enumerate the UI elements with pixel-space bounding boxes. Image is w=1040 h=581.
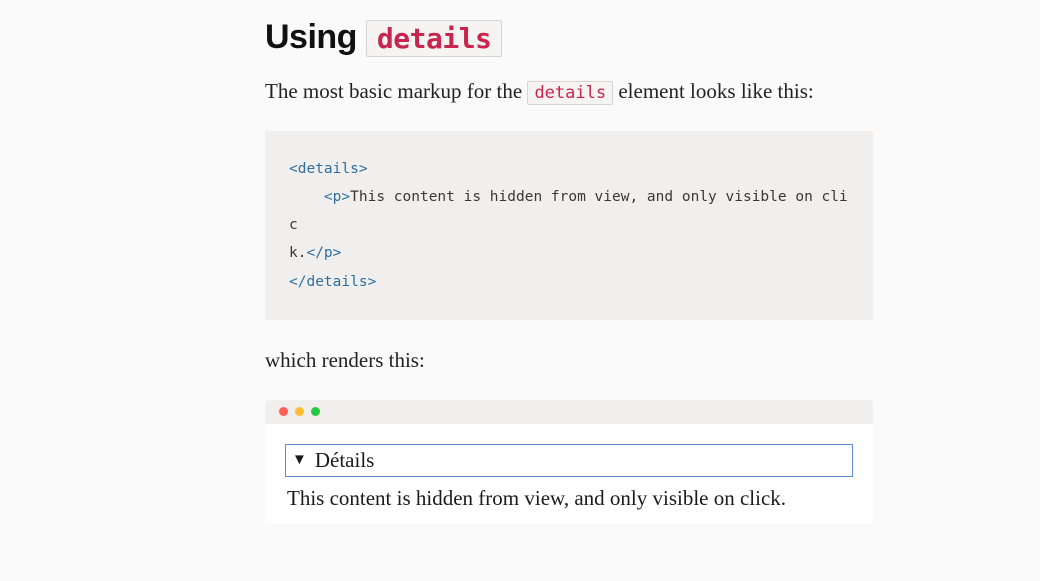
code-text-2: k. (289, 245, 306, 261)
browser-frame: ▼ Détails This content is hidden from vi… (265, 400, 873, 525)
code-text-1: This content is hidden from view, and on… (289, 189, 848, 233)
code-close-p: </p> (306, 245, 341, 261)
code-close-details: </details> (289, 274, 376, 290)
heading-code: details (366, 20, 503, 57)
code-indent (289, 189, 324, 205)
code-sample: <details> <p>This content is hidden from… (265, 131, 873, 320)
intro-before: The most basic markup for the (265, 79, 527, 103)
code-open-p: <p> (324, 189, 350, 205)
intro-after: element looks like this: (613, 79, 814, 103)
intro-paragraph: The most basic markup for the details el… (265, 75, 873, 109)
traffic-light-zoom-icon[interactable] (311, 407, 320, 416)
section-heading: Using details (265, 18, 873, 57)
traffic-light-minimize-icon[interactable] (295, 407, 304, 416)
browser-titlebar (265, 400, 873, 424)
heading-text: Using (265, 18, 366, 56)
page: Using details The most basic markup for … (0, 0, 1040, 581)
details-summary-label: Détails (315, 448, 374, 473)
code-open-details: <details> (289, 161, 368, 177)
article-content: Using details The most basic markup for … (265, 0, 873, 524)
bridge-paragraph: which renders this: (265, 344, 873, 378)
intro-code: details (527, 81, 613, 105)
details-content: This content is hidden from view, and on… (285, 477, 853, 515)
disclosure-triangle-icon: ▼ (292, 453, 307, 468)
traffic-light-close-icon[interactable] (279, 407, 288, 416)
browser-viewport: ▼ Détails This content is hidden from vi… (265, 424, 873, 525)
details-summary[interactable]: ▼ Détails (285, 444, 853, 477)
